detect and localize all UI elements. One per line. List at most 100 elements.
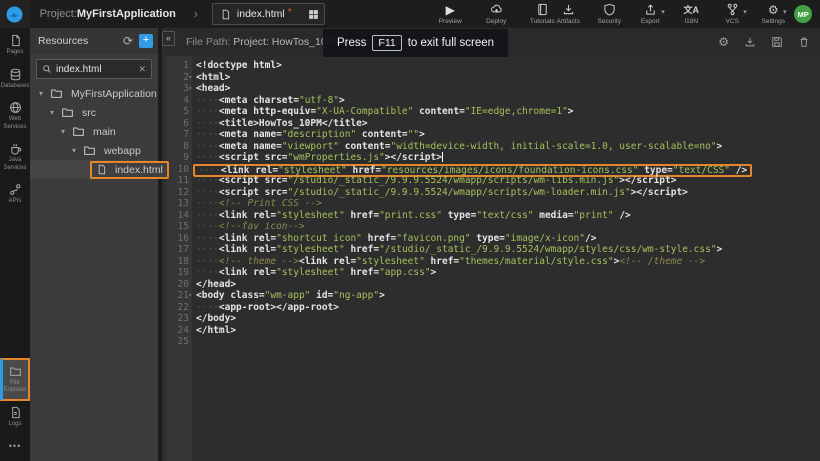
- save-icon[interactable]: [771, 36, 783, 48]
- code-line[interactable]: ····<title>HowTos_10PM</title>: [196, 118, 820, 130]
- add-resource-button[interactable]: +: [139, 34, 153, 48]
- wavemaker-logo-icon: [6, 6, 23, 23]
- code-line[interactable]: ····<!-- Print CSS -->: [196, 198, 820, 210]
- refresh-icon[interactable]: ⟳: [123, 34, 133, 48]
- code-line[interactable]: ····<meta http-equiv="X-UA-Compatible" c…: [196, 106, 820, 118]
- deploy-button[interactable]: Deploy: [483, 3, 509, 25]
- code-line[interactable]: ····<link rel="stylesheet" href="print.c…: [196, 210, 820, 222]
- collapse-arrow-icon[interactable]: ▾: [69, 146, 79, 155]
- delete-icon[interactable]: [798, 36, 810, 48]
- folder-icon: [61, 106, 74, 119]
- sidebar-item-pages[interactable]: Pages: [0, 28, 30, 62]
- line-number: 24: [166, 325, 189, 337]
- text-cursor: [442, 152, 443, 162]
- toolbar-right-actions: Artifacts Security ▾Export 文AI18N ▾VCS ⚙▾Sett…: [555, 3, 786, 25]
- code-line[interactable]: ····<link rel="shortcut icon" href="favi…: [196, 233, 820, 245]
- line-number: 1: [166, 60, 189, 72]
- code-line[interactable]: <head>: [196, 83, 820, 95]
- tree-item-index-html[interactable]: index.html: [30, 160, 158, 179]
- code-line[interactable]: ····<script src="/studio/_static_/9.9.9.…: [196, 175, 820, 187]
- code-line[interactable]: ····<link rel="stylesheet" href="app.css…: [196, 267, 820, 279]
- notification-prefix: Press: [337, 37, 366, 49]
- sidebar-item-logs[interactable]: Logs: [0, 400, 30, 434]
- code-line[interactable]: ····<meta name="viewport" content="width…: [196, 141, 820, 153]
- code-editor[interactable]: 12▾3▾456789101112131415161718192021▾2223…: [166, 56, 820, 461]
- code-line[interactable]: </body>: [196, 313, 820, 325]
- vcs-button[interactable]: ▾VCS: [719, 3, 745, 25]
- artifacts-button[interactable]: Artifacts: [555, 3, 581, 25]
- code-line[interactable]: <!doctype html>: [196, 60, 820, 72]
- clear-search-icon[interactable]: ✕: [138, 64, 146, 75]
- code-line[interactable]: </head>: [196, 279, 820, 291]
- code-line[interactable]: ····<!--fav icon-->: [196, 221, 820, 233]
- collapse-arrow-icon[interactable]: ▾: [36, 89, 46, 98]
- page-icon: [9, 34, 22, 47]
- notification-suffix: to exit full screen: [408, 37, 494, 49]
- resource-search-box: ✕: [36, 59, 152, 79]
- export-button[interactable]: ▾Export: [637, 3, 663, 25]
- chevron-down-icon: ▾: [661, 8, 665, 16]
- code-line[interactable]: ····<script src="wmProperties.js"></scri…: [196, 152, 820, 164]
- line-number: 20: [166, 279, 189, 291]
- fold-arrow-icon[interactable]: ▾: [188, 290, 192, 302]
- line-number: 22: [166, 302, 189, 314]
- tree-item-webapp[interactable]: ▾webapp: [30, 141, 158, 160]
- i18n-button[interactable]: 文AI18N: [678, 3, 704, 25]
- search-input[interactable]: [56, 64, 134, 75]
- line-number: 21▾: [166, 290, 189, 302]
- line-number-gutter: 12▾3▾456789101112131415161718192021▾2223…: [166, 56, 192, 461]
- collapse-panel-button[interactable]: «: [162, 31, 175, 46]
- code-line[interactable]: ····<meta charset="utf-8">: [196, 95, 820, 107]
- code-line[interactable]: ····<app-root></app-root>: [196, 302, 820, 314]
- collapse-arrow-icon[interactable]: ▾: [58, 127, 68, 136]
- sidebar-item-java-services[interactable]: JavaServices: [0, 136, 30, 177]
- chevron-right-icon: ›: [194, 7, 198, 21]
- sidebar-item-file-explorer[interactable]: FileExplorer: [1, 359, 29, 400]
- file-path-label: File Path:: [186, 36, 230, 48]
- globe-icon: [9, 101, 22, 114]
- security-button[interactable]: Security: [596, 3, 622, 25]
- tutorials-button[interactable]: Tutorials: [529, 3, 555, 25]
- editor-actions: ⚙: [718, 35, 810, 49]
- code-line[interactable]: <body class="wm-app" id="ng-app">: [196, 290, 820, 302]
- settings-button[interactable]: ⚙▾Settings: [760, 3, 786, 25]
- code-line[interactable]: ····<link rel="stylesheet" href="/studio…: [196, 244, 820, 256]
- sidebar-item-web-services[interactable]: WebServices: [0, 95, 30, 136]
- tab-index-html[interactable]: index.html *: [212, 3, 325, 25]
- cloud-up-icon: [490, 3, 503, 16]
- line-number: 12: [166, 187, 189, 199]
- highlighted-code-line[interactable]: ····<link rel="stylesheet" href="resourc…: [196, 164, 820, 176]
- code-line[interactable]: ····<meta name="description" content="">: [196, 129, 820, 141]
- sidebar-item-apis[interactable]: APIs: [0, 177, 30, 211]
- line-number: 15: [166, 221, 189, 233]
- line-number: 8: [166, 141, 189, 153]
- line-number: 13: [166, 198, 189, 210]
- code-lines[interactable]: <!doctype html><html><head>····<meta cha…: [192, 56, 820, 461]
- import-icon[interactable]: [744, 36, 756, 48]
- line-number: 14: [166, 210, 189, 222]
- tree-item-src[interactable]: ▾src: [30, 103, 158, 122]
- line-number: 5: [166, 106, 189, 118]
- code-line[interactable]: <html>: [196, 72, 820, 84]
- collapse-arrow-icon[interactable]: ▾: [47, 108, 57, 117]
- tree-item-myfirstapplication[interactable]: ▾MyFirstApplication: [30, 84, 158, 103]
- preview-button[interactable]: ▶Preview: [437, 3, 463, 25]
- sidebar-item-databases[interactable]: Databases: [0, 62, 30, 96]
- sidebar-more-button[interactable]: •••: [0, 433, 30, 461]
- folder-icon: [9, 365, 22, 378]
- editor-settings-gear-icon[interactable]: ⚙: [718, 35, 729, 49]
- tree-item-main[interactable]: ▾main: [30, 122, 158, 141]
- fold-arrow-icon[interactable]: ▾: [188, 72, 192, 84]
- code-line[interactable]: ····<script src="/studio/_static_/9.9.9.…: [196, 187, 820, 199]
- export-icon: ▾: [644, 3, 657, 16]
- code-line[interactable]: </html>: [196, 325, 820, 337]
- grid-view-icon[interactable]: [308, 9, 319, 20]
- user-avatar[interactable]: MP: [794, 5, 812, 23]
- fold-arrow-icon[interactable]: ▾: [188, 83, 192, 95]
- project-breadcrumb: Project:MyFirstApplication: [40, 8, 176, 20]
- code-line[interactable]: ····<!-- theme --><link rel="stylesheet"…: [196, 256, 820, 268]
- code-line[interactable]: [196, 336, 820, 348]
- line-number: 18: [166, 256, 189, 268]
- app-logo[interactable]: [0, 0, 30, 28]
- line-number: 19: [166, 267, 189, 279]
